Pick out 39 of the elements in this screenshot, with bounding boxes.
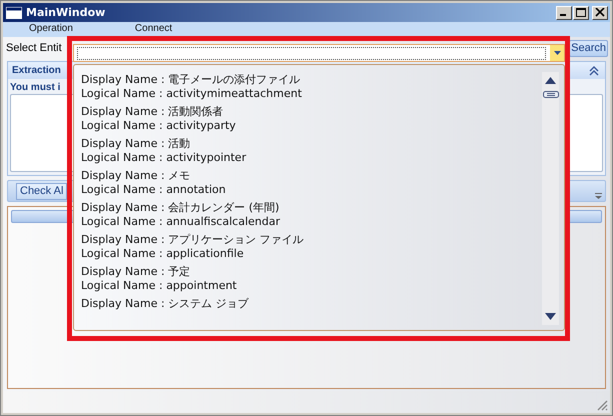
display-name-text[interactable]: Display Name : アプリケーション ファイル	[81, 233, 304, 247]
resize-grip-icon[interactable]	[597, 400, 608, 411]
dropdown-button[interactable]	[550, 45, 564, 61]
display-name-text[interactable]: Display Name : 会計カレンダー (年間)	[81, 201, 280, 215]
window-icon	[6, 6, 22, 18]
maximize-button[interactable]	[573, 6, 589, 20]
check-all-button[interactable]: Check Al	[16, 182, 68, 200]
logical-name-text[interactable]: Logical Name : appointment	[81, 279, 237, 293]
logical-name-text[interactable]: Logical Name : activityparty	[81, 119, 236, 133]
logical-name-text[interactable]: Logical Name : annualfiscalcalendar	[81, 215, 280, 229]
logical-name-text[interactable]: Logical Name : activitypointer	[81, 151, 246, 165]
display-name-text[interactable]: Display Name : 予定	[81, 265, 190, 279]
maximize-icon	[576, 8, 586, 17]
close-icon	[595, 8, 605, 17]
window-title: MainWindow	[26, 6, 106, 19]
overflow-icon[interactable]	[595, 192, 602, 200]
scroll-down-icon[interactable]	[545, 313, 556, 320]
display-name-text[interactable]: Display Name : 活動関係者	[81, 105, 224, 119]
menu-item[interactable]: Connect	[134, 23, 172, 35]
minimize-button[interactable]	[556, 6, 572, 20]
menu-item[interactable]: Operation	[29, 23, 73, 35]
collapse-icon[interactable]	[589, 66, 599, 76]
logical-name-text[interactable]: Logical Name : annotation	[81, 183, 226, 197]
scroll-up-icon[interactable]	[545, 77, 556, 84]
scroll-thumb[interactable]	[542, 91, 558, 98]
caret-icon	[554, 51, 560, 55]
display-name-text[interactable]: Display Name : システム ジョブ	[81, 297, 249, 311]
display-name-text[interactable]: Display Name : 電子メールの添付ファイル	[81, 73, 300, 87]
search-button[interactable]: Search	[569, 40, 608, 56]
close-button[interactable]	[592, 6, 608, 20]
logical-name-text[interactable]: Logical Name : activitymimeattachment	[81, 87, 302, 101]
message-text: You must i	[10, 82, 62, 93]
field-label: Select Entit	[5, 42, 62, 54]
logical-name-text[interactable]: Logical Name : applicationfile	[81, 247, 244, 261]
panel-title[interactable]: Extraction	[12, 65, 61, 76]
display-name-text[interactable]: Display Name : メモ	[81, 169, 190, 183]
scrollbar[interactable]	[542, 72, 559, 325]
display-name-text[interactable]: Display Name : 活動	[81, 137, 190, 151]
entity-combo-box[interactable]	[73, 44, 565, 62]
